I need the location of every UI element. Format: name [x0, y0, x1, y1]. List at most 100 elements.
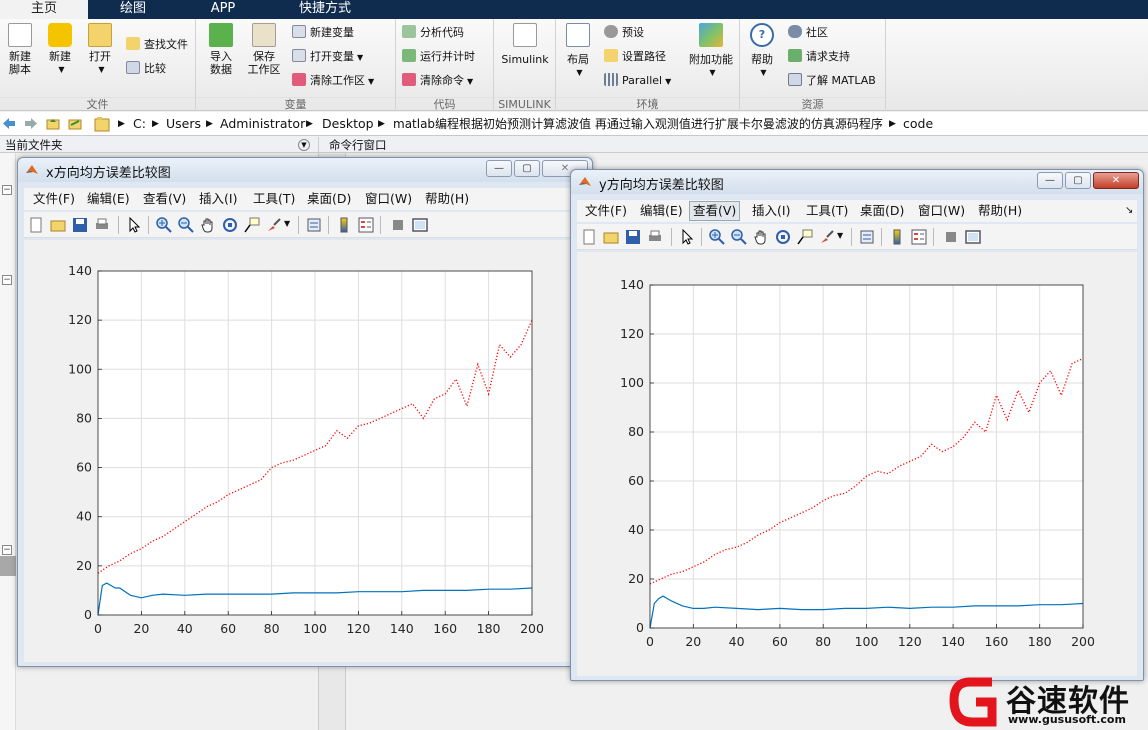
menu-tools[interactable]: 工具(T) — [253, 188, 295, 210]
root-folder-icon[interactable] — [94, 116, 110, 132]
legend-icon[interactable] — [911, 229, 927, 245]
menu-insert[interactable]: 插入(I) — [199, 188, 237, 210]
menu-window[interactable]: 窗口(W) — [365, 188, 412, 210]
new-variable-button[interactable]: 新建变量 — [292, 25, 354, 41]
colorbar-icon[interactable] — [336, 217, 352, 233]
data-cursor-icon[interactable] — [797, 229, 813, 245]
brush-icon[interactable] — [266, 217, 282, 233]
pointer-icon[interactable] — [126, 217, 142, 233]
save-workspace-button[interactable]: 保存 工作区 — [244, 23, 284, 76]
tab-plots[interactable]: 绘图 — [90, 0, 176, 19]
collapse-icon[interactable]: − — [2, 275, 12, 285]
clear-commands-button[interactable]: 清除命令 ▼ — [402, 73, 473, 89]
maximize-button[interactable]: ▢ — [1065, 172, 1091, 189]
breadcrumb-code[interactable]: code — [903, 112, 933, 135]
request-support-button[interactable]: 请求支持 — [788, 49, 850, 65]
menu-file[interactable]: 文件(F) — [33, 188, 75, 210]
layout-button[interactable]: 布局 ▼ — [562, 23, 594, 79]
set-path-button[interactable]: 设置路径 — [604, 49, 666, 65]
menu-desktop[interactable]: 桌面(D) — [860, 200, 904, 222]
rotate-3d-icon[interactable] — [775, 229, 791, 245]
open-variable-button[interactable]: 打开变量 ▼ — [292, 49, 363, 65]
breadcrumb-project-folder[interactable]: matlab编程根据初始预测计算滤波值 再通过输入观测值进行扩展卡尔曼滤波的仿真… — [393, 112, 883, 135]
find-files-button[interactable]: 查找文件 — [126, 37, 188, 53]
menu-help[interactable]: 帮助(H) — [978, 200, 1022, 222]
show-plot-tools-icon[interactable] — [412, 217, 428, 233]
parallel-button[interactable]: Parallel ▼ — [604, 73, 671, 89]
print-icon[interactable] — [647, 229, 663, 245]
breadcrumb-users[interactable]: Users — [166, 112, 201, 135]
learn-matlab-button[interactable]: 了解 MATLAB — [788, 73, 876, 89]
open-file-icon[interactable] — [50, 217, 66, 233]
community-button[interactable]: 社区 — [788, 25, 828, 41]
breadcrumb-desktop[interactable]: Desktop — [322, 112, 374, 135]
collapse-icon[interactable]: − — [2, 545, 12, 555]
zoom-out-icon[interactable] — [731, 229, 747, 245]
open-button[interactable]: 打开 ▼ — [84, 23, 116, 76]
menu-edit[interactable]: 编辑(E) — [640, 200, 683, 222]
menu-window[interactable]: 窗口(W) — [918, 200, 965, 222]
add-ons-button[interactable]: 附加功能 ▼ — [686, 23, 736, 79]
new-button[interactable]: 新建 ▼ — [44, 23, 76, 76]
legend-icon[interactable] — [358, 217, 374, 233]
collapse-icon[interactable]: − — [2, 185, 12, 195]
menu-view[interactable]: 查看(V) — [143, 188, 186, 210]
run-and-time-button[interactable]: 运行并计时 — [402, 49, 475, 65]
minimize-button[interactable]: — — [486, 160, 512, 177]
tab-shortcuts[interactable]: 快捷方式 — [272, 0, 378, 19]
browse-folder-icon[interactable] — [68, 117, 82, 130]
open-file-icon[interactable] — [603, 229, 619, 245]
line-chart[interactable]: 0 20 40 60 80 100 120 140 160 180 200 0 20 40 60 80 100 1… — [577, 252, 1139, 676]
analyze-code-button[interactable]: 分析代码 — [402, 25, 464, 41]
close-button[interactable]: ✕ — [1093, 172, 1139, 189]
line-chart[interactable]: 0 20 40 60 80 100 120 140 160 180 200 0 20 40 60 80 100 1… — [24, 240, 588, 662]
panel-options-icon[interactable]: ▼ — [298, 139, 310, 151]
preferences-button[interactable]: 预设 — [604, 25, 644, 41]
pan-hand-icon[interactable] — [753, 229, 769, 245]
breadcrumb-administrator[interactable]: Administrator — [220, 112, 305, 135]
minimize-button[interactable]: — — [1037, 172, 1063, 189]
tab-home[interactable]: 主页 — [0, 0, 88, 19]
colorbar-icon[interactable] — [889, 229, 905, 245]
hide-plot-tools-icon[interactable] — [943, 229, 959, 245]
zoom-in-icon[interactable] — [709, 229, 725, 245]
menu-desktop[interactable]: 桌面(D) — [307, 188, 351, 210]
new-script-button[interactable]: 新建 脚本 — [4, 23, 36, 76]
data-cursor-icon[interactable] — [244, 217, 260, 233]
menu-edit[interactable]: 编辑(E) — [87, 188, 130, 210]
link-plot-icon[interactable] — [306, 217, 322, 233]
forward-arrow-icon[interactable] — [24, 117, 38, 130]
show-plot-tools-icon[interactable] — [965, 229, 981, 245]
dock-arrow-icon[interactable]: ↘ — [1125, 200, 1133, 222]
back-arrow-icon[interactable] — [2, 117, 16, 130]
menu-view[interactable]: 查看(V) — [689, 201, 741, 221]
pan-hand-icon[interactable] — [200, 217, 216, 233]
menu-tools[interactable]: 工具(T) — [806, 200, 848, 222]
hide-plot-tools-icon[interactable] — [390, 217, 406, 233]
pointer-icon[interactable] — [679, 229, 695, 245]
compare-button[interactable]: 比较 — [126, 61, 166, 77]
maximize-button[interactable]: ▢ — [514, 160, 540, 177]
save-icon[interactable] — [625, 229, 641, 245]
save-icon[interactable] — [72, 217, 88, 233]
tab-apps[interactable]: APP — [180, 0, 266, 19]
breadcrumb-drive[interactable]: C: — [133, 112, 146, 135]
chevron-down-icon[interactable]: ▼ — [837, 231, 843, 240]
new-figure-icon[interactable] — [28, 217, 44, 233]
zoom-out-icon[interactable] — [178, 217, 194, 233]
import-data-button[interactable]: 导入 数据 — [204, 23, 238, 76]
link-plot-icon[interactable] — [859, 229, 875, 245]
simulink-button[interactable]: Simulink — [500, 23, 550, 66]
brush-icon[interactable] — [819, 229, 835, 245]
rotate-3d-icon[interactable] — [222, 217, 238, 233]
up-folder-icon[interactable] — [46, 117, 60, 130]
menu-insert[interactable]: 插入(I) — [752, 200, 790, 222]
menu-file[interactable]: 文件(F) — [585, 200, 627, 222]
help-button[interactable]: ? 帮助 ▼ — [746, 23, 778, 79]
zoom-in-icon[interactable] — [156, 217, 172, 233]
print-icon[interactable] — [94, 217, 110, 233]
clear-workspace-button[interactable]: 清除工作区 ▼ — [292, 73, 374, 89]
menu-help[interactable]: 帮助(H) — [425, 188, 469, 210]
new-figure-icon[interactable] — [581, 229, 597, 245]
chevron-down-icon[interactable]: ▼ — [284, 219, 290, 228]
